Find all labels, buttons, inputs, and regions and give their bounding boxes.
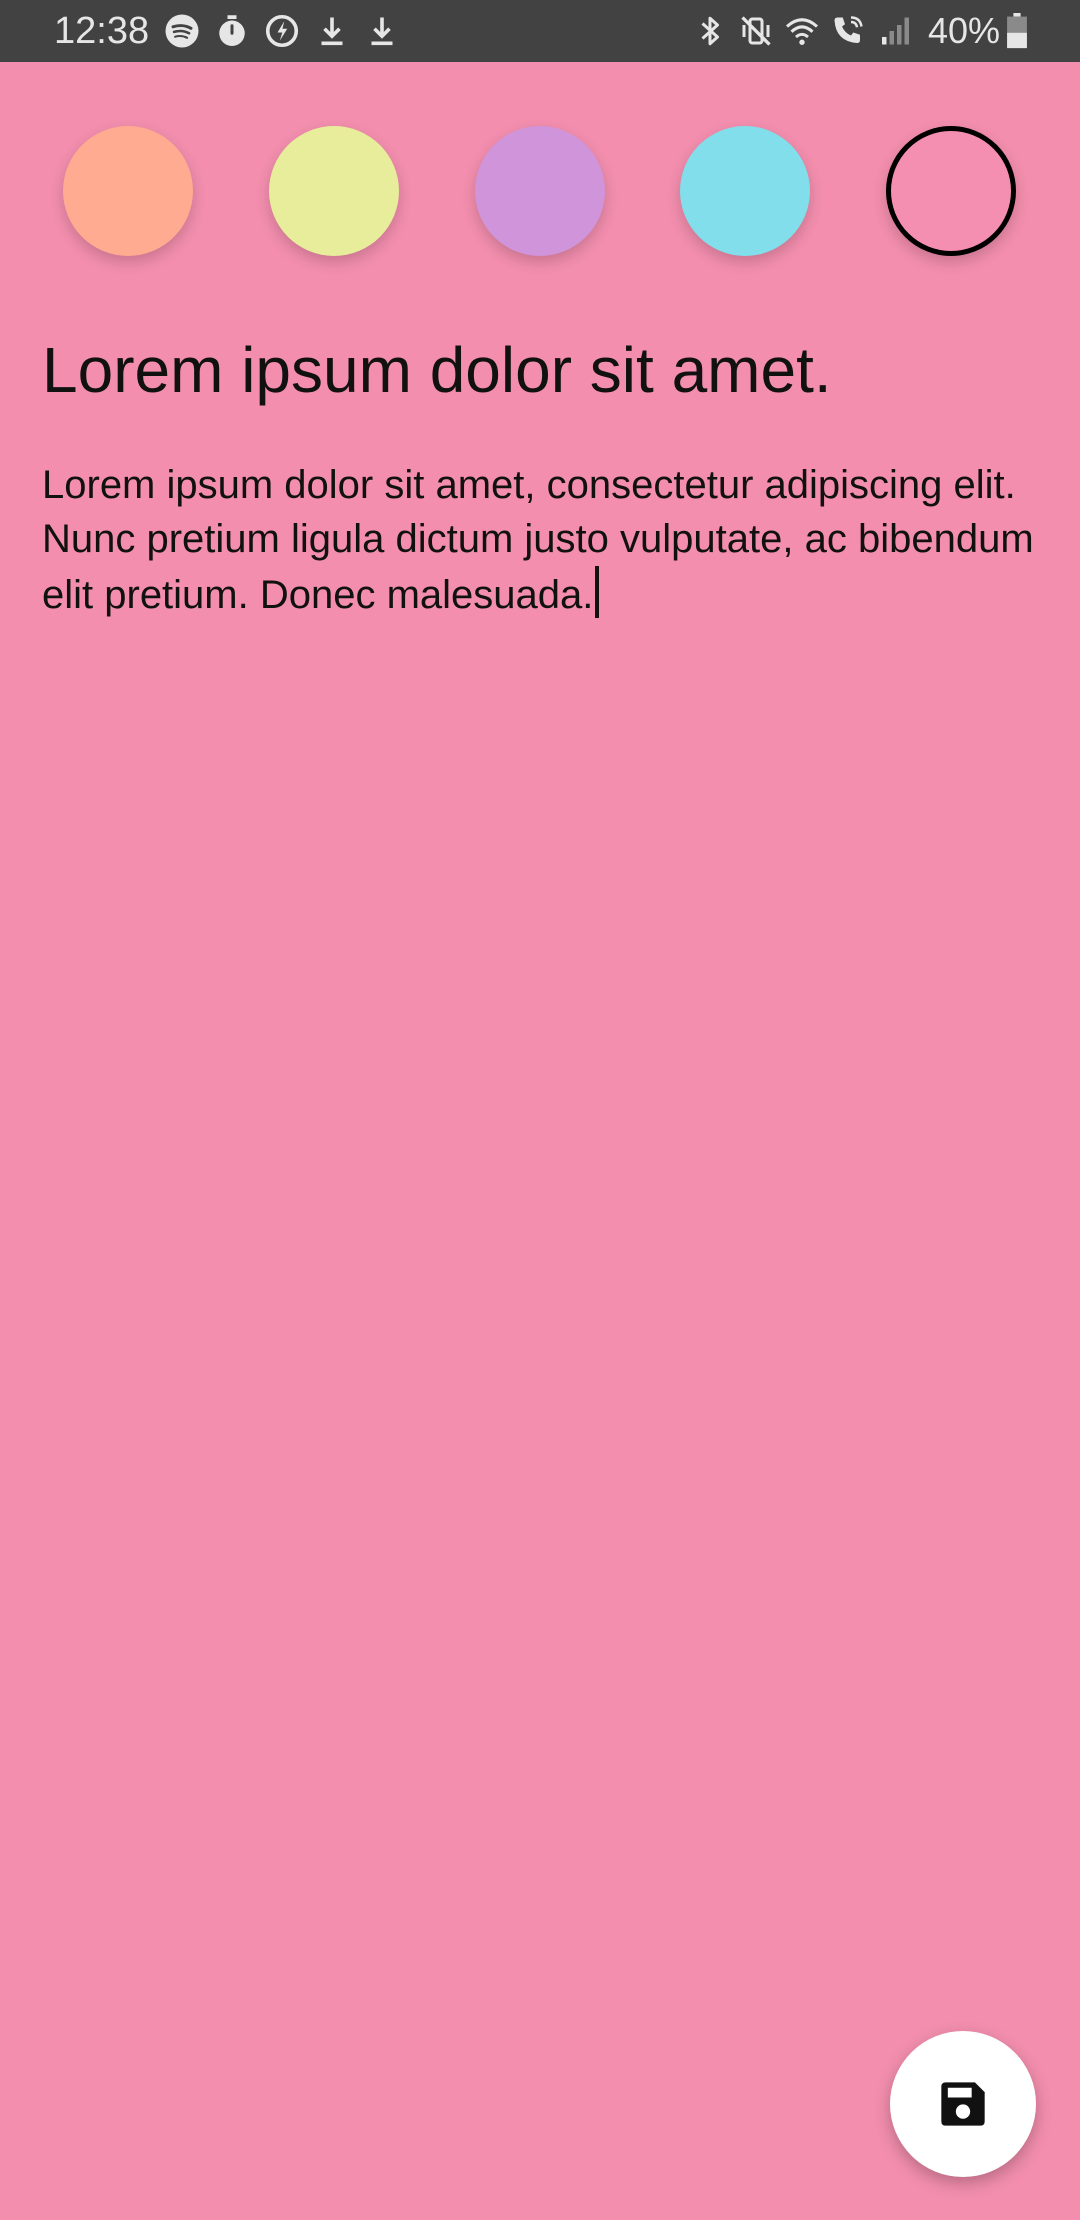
signal-icon [881, 17, 909, 45]
vibrate-mute-icon [741, 16, 771, 46]
color-swatch-yellow[interactable] [269, 126, 399, 256]
color-swatch-purple[interactable] [475, 126, 605, 256]
text-cursor [595, 566, 600, 618]
battery-percent: 40% [927, 10, 1000, 51]
power-save-icon [265, 14, 299, 48]
status-system-icons: 40% [692, 9, 1028, 53]
save-icon [941, 2082, 985, 2126]
color-swatch-orange[interactable] [63, 126, 193, 256]
note-title-input[interactable]: Lorem ipsum dolor sit amet. [42, 330, 1042, 410]
bluetooth-icon [701, 16, 719, 46]
download-icon [371, 17, 393, 46]
spotify-icon [165, 14, 199, 48]
status-bar: 12:38 40% [0, 0, 1080, 62]
download-icon [321, 17, 343, 46]
wifi-calling-icon [834, 16, 863, 43]
color-swatch-pink[interactable] [886, 126, 1016, 256]
status-notification-icons [164, 11, 414, 51]
status-time: 12:38 [54, 10, 150, 52]
timer-icon [219, 15, 245, 46]
color-picker [0, 126, 1080, 258]
note-body-text: Lorem ipsum dolor sit amet, consectetur … [42, 463, 1034, 617]
battery-icon [1007, 13, 1027, 49]
wifi-icon [785, 18, 818, 45]
note-body-input[interactable]: Lorem ipsum dolor sit amet, consectetur … [42, 458, 1042, 622]
color-swatch-cyan[interactable] [680, 126, 810, 256]
save-button[interactable] [890, 2031, 1036, 2177]
